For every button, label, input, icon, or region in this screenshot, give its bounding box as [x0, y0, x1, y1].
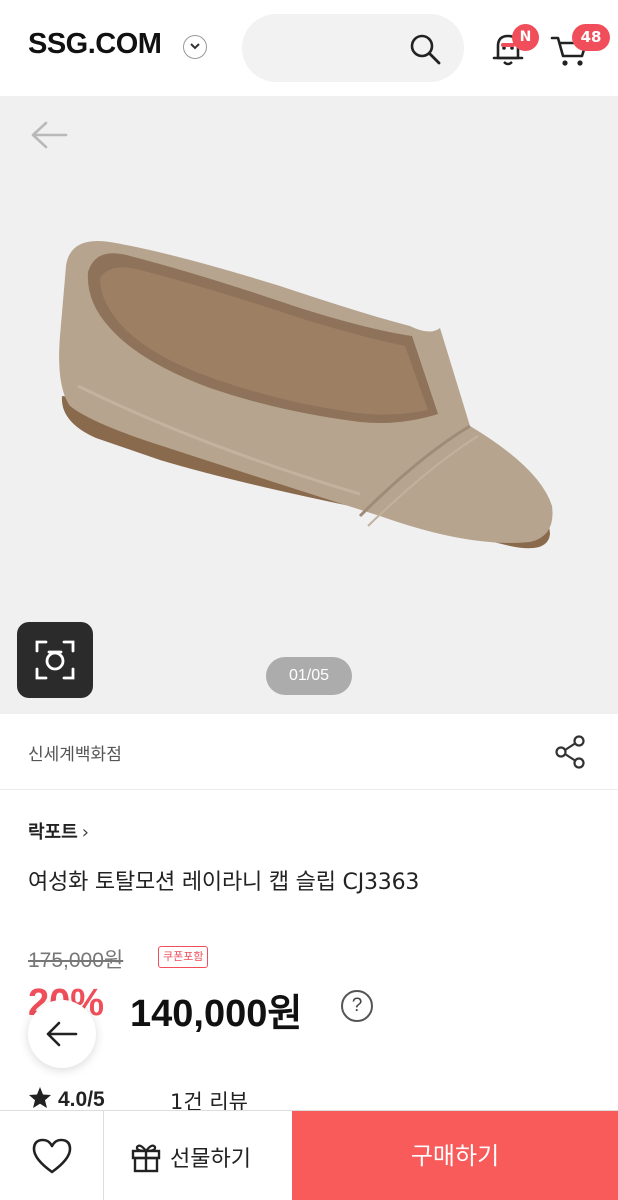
brand-link[interactable]: 락포트 › [28, 818, 89, 844]
gift-button[interactable]: 선물하기 [104, 1111, 292, 1200]
floating-back-button[interactable] [28, 1000, 96, 1068]
image-counter: 01/05 [266, 657, 352, 695]
product-image [59, 241, 553, 549]
image-search-button[interactable] [17, 622, 93, 698]
notification-badge: N [512, 24, 539, 51]
bottom-action-bar: 선물하기 구매하기 [0, 1110, 618, 1200]
ssg-logo[interactable]: SSG.COM [28, 28, 162, 61]
gift-button-label: 선물하기 [170, 1147, 251, 1172]
product-image-gallery[interactable]: 01/05 [0, 96, 618, 714]
search-icon[interactable] [408, 32, 442, 66]
product-title: 여성화 토탈모션 레이라니 캡 슬립 CJ3363 [28, 870, 420, 895]
brand-name: 락포트 [28, 822, 78, 843]
top-header: SSG.COM N 48 [0, 0, 618, 96]
rating-score: 4.0/5 [58, 1088, 105, 1111]
back-arrow-icon [46, 1021, 78, 1047]
buy-button[interactable]: 구매하기 [292, 1111, 618, 1200]
brand-chevron: › [81, 822, 89, 843]
back-arrow-icon[interactable] [30, 120, 68, 150]
coupon-included-badge: 쿠폰포함 [158, 946, 209, 968]
sale-price: 140,000원 [130, 993, 303, 1035]
wishlist-button[interactable] [0, 1111, 104, 1200]
gift-icon [131, 1144, 161, 1173]
star-icon [29, 1087, 51, 1108]
search-input[interactable] [242, 14, 464, 82]
rating: 4.0/5 [28, 1086, 105, 1112]
original-price: 175,000원 [28, 949, 124, 972]
camera-lens-icon [35, 640, 75, 680]
mall-select-chevron-down-icon[interactable] [183, 35, 207, 59]
store-row: 신세계백화점 [0, 714, 618, 790]
store-name[interactable]: 신세계백화점 [28, 740, 122, 765]
share-icon[interactable] [553, 734, 587, 770]
heart-icon [32, 1138, 72, 1174]
help-icon[interactable]: ? [341, 990, 373, 1022]
cart-count-badge: 48 [572, 24, 610, 51]
